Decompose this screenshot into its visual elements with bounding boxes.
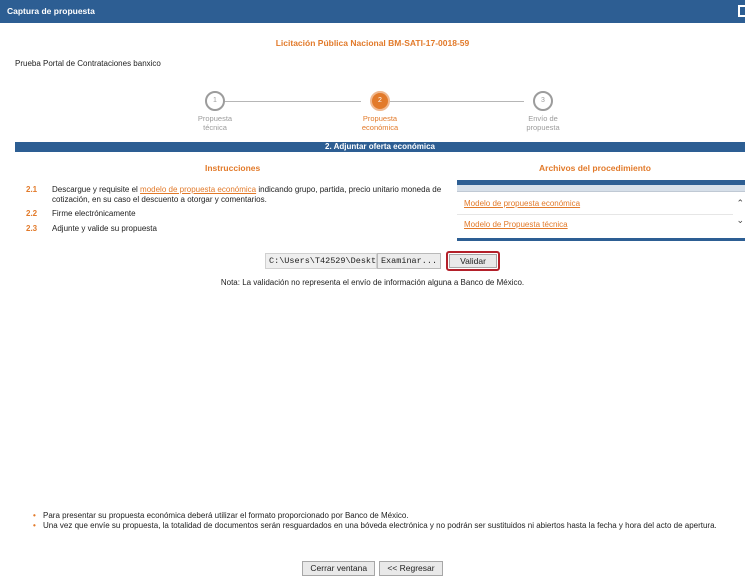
instructions-title: Instrucciones (205, 163, 261, 173)
files-title: Archivos del procedimiento (539, 163, 651, 173)
files-panel: Modelo de propuesta económica Modelo de … (457, 180, 745, 241)
section-header: 2. Adjuntar oferta económica (15, 142, 745, 152)
validation-note: Nota: La validación no representa el env… (220, 278, 525, 287)
scroll-up-icon[interactable]: ⌃ (736, 198, 744, 209)
window-title-bar: Captura de propuesta (0, 0, 745, 23)
licitacion-title: Licitación Pública Nacional BM-SATI-17-0… (275, 38, 470, 48)
step-label: Propuesta técnica (197, 114, 233, 132)
file-link-modelo-economica[interactable]: Modelo de propuesta económica (464, 199, 580, 208)
file-path-field[interactable]: C:\Users\T42529\Deskt (265, 253, 377, 269)
step-label: Propuesta económica (361, 114, 399, 132)
scroll-down-icon[interactable]: ⌄ (736, 215, 744, 226)
footer-notes: • Para presentar su propuesta económica d… (33, 511, 745, 530)
progress-stepper: 1 Propuesta técnica 2 Propuesta económica … (180, 91, 580, 141)
step-number: 3 (533, 91, 553, 111)
instruction-number: 2.2 (26, 209, 38, 218)
browse-button[interactable]: Examinar... (377, 253, 441, 269)
instruction-text: Descargue y requisite el modelo de propu… (52, 185, 442, 204)
files-panel-subheader (457, 185, 745, 192)
instruction-text: Firme electrónicamente (52, 209, 136, 218)
divider (457, 214, 733, 215)
action-buttons: Cerrar ventana << Regresar (0, 561, 745, 576)
back-button[interactable]: << Regresar (379, 561, 443, 576)
step-number: 2 (370, 91, 390, 111)
bullet-icon: • (33, 520, 36, 530)
portal-name: Prueba Portal de Contrataciones banxico (15, 59, 161, 68)
validate-button[interactable]: Validar (449, 254, 497, 268)
step-propuesta-economica: 2 Propuesta económica (335, 91, 425, 132)
instruction-text: Adjunte y valide su propuesta (52, 224, 157, 233)
step-label: Envío de propuesta (526, 114, 560, 132)
step-propuesta-tecnica: 1 Propuesta técnica (170, 91, 260, 132)
instruction-number: 2.1 (26, 185, 38, 194)
bullet-icon: • (33, 511, 36, 520)
note-item: • Una vez que envíe su propuesta, la tota… (33, 520, 717, 530)
files-panel-footer (457, 238, 745, 241)
window-title: Captura de propuesta (7, 6, 95, 16)
modelo-propuesta-link[interactable]: modelo de propuesta económica (140, 185, 256, 194)
step-number: 1 (205, 91, 225, 111)
note-item: • Para presentar su propuesta económica d… (33, 511, 409, 520)
maximize-icon[interactable] (738, 5, 745, 17)
validate-highlight: Validar (446, 251, 500, 271)
close-window-button[interactable]: Cerrar ventana (302, 561, 376, 576)
instruction-number: 2.3 (26, 224, 38, 233)
file-link-modelo-tecnica[interactable]: Modelo de Propuesta técnica (464, 220, 568, 229)
step-envio-propuesta: 3 Envío de propuesta (498, 91, 588, 132)
